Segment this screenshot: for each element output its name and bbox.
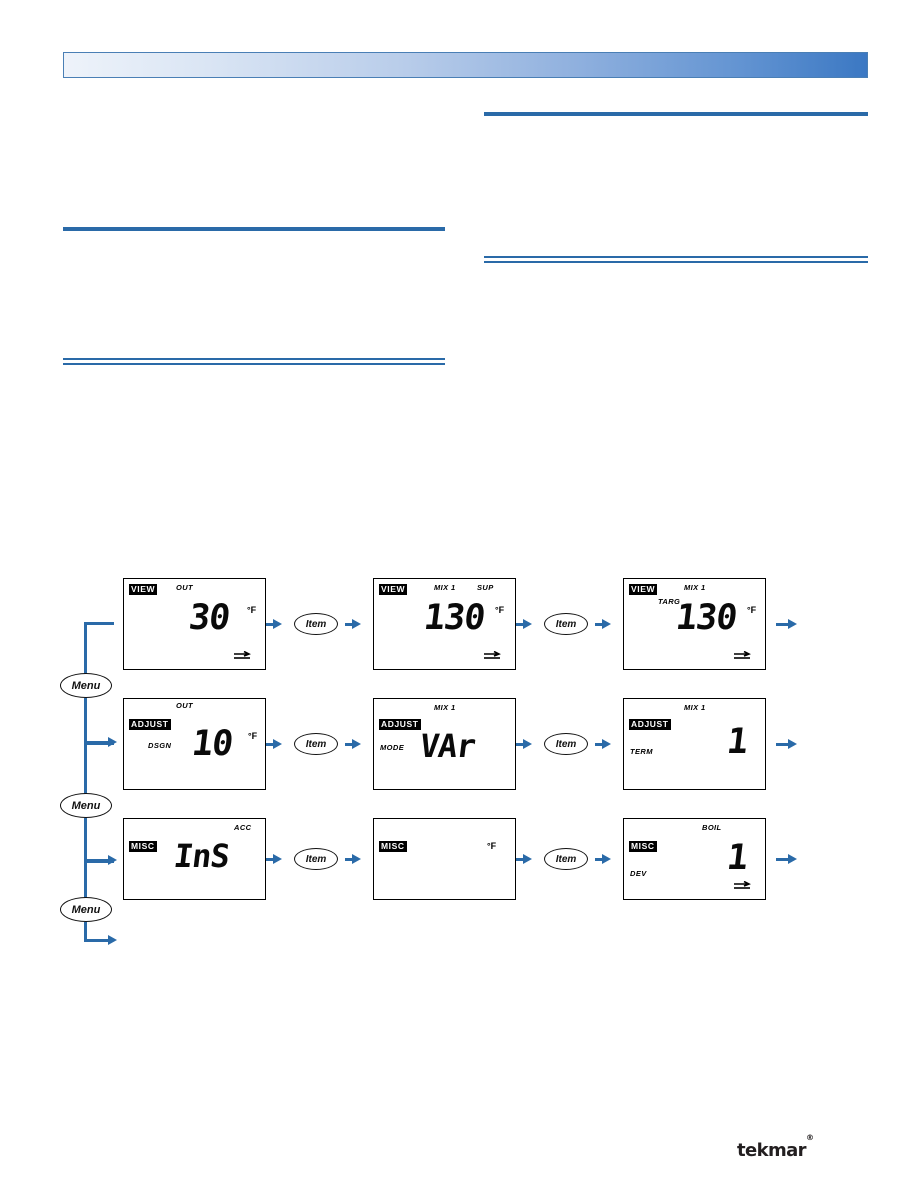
- connector-line-2: [84, 698, 87, 744]
- rule-right-middle-b: [484, 261, 868, 263]
- flow-icon: [484, 651, 501, 659]
- connector-elbow-5: [84, 860, 114, 863]
- lcd-value: InS: [171, 837, 232, 875]
- lcd-top-label: MIX 1: [684, 703, 706, 712]
- item-button-r3-2[interactable]: Item: [544, 848, 588, 870]
- lcd-screen-view-out[interactable]: VIEW OUT 30 °F: [123, 578, 266, 670]
- menu-button-2[interactable]: Menu: [60, 793, 112, 818]
- rule-left-top: [63, 227, 445, 231]
- arrow-line-r2-b: [345, 742, 355, 746]
- flow-icon: [734, 881, 751, 889]
- lcd-unit: °F: [747, 605, 757, 615]
- arrow-line-r2-c: [516, 742, 526, 746]
- item-button-r2-1[interactable]: Item: [294, 733, 338, 755]
- connector-elbow-3: [84, 742, 114, 745]
- lcd-screen-adjust-mix1-term[interactable]: MIX 1 ADJUST TERM 1: [623, 698, 766, 790]
- lcd-screen-adjust-out-dsgn[interactable]: OUT ADJUST DSGN 10 °F: [123, 698, 266, 790]
- lcd-unit: °F: [487, 841, 497, 851]
- lcd-value: 130: [421, 598, 487, 638]
- lcd-corner-label: SUP: [477, 583, 494, 592]
- lcd-value: VAr: [417, 727, 478, 765]
- connector-elbow-6: [84, 939, 110, 942]
- rule-right-middle-a: [484, 256, 868, 258]
- connector-line-4: [84, 818, 87, 862]
- rule-left-middle-a: [63, 358, 445, 360]
- lcd-screen-adjust-mix1-mode[interactable]: MIX 1 ADJUST MODE VAr: [373, 698, 516, 790]
- lcd-value: 130: [673, 598, 739, 638]
- arrow-line-r3-a: [266, 857, 276, 861]
- lcd-top-label: OUT: [176, 583, 194, 592]
- connector-line-1: [84, 622, 87, 674]
- lcd-secondary-label: TERM: [630, 747, 653, 756]
- lcd-top-label: MIX 1: [434, 583, 456, 592]
- lcd-unit: °F: [247, 605, 257, 615]
- rule-left-middle-b: [63, 363, 445, 365]
- item-button-r2-2[interactable]: Item: [544, 733, 588, 755]
- lcd-mode-tag: VIEW: [379, 584, 408, 595]
- lcd-mode-tag: VIEW: [129, 584, 158, 595]
- flow-icon: [734, 651, 751, 659]
- lcd-top-label: OUT: [176, 701, 194, 710]
- registered-mark: ®: [805, 1133, 814, 1142]
- lcd-mode-tag: ADJUST: [129, 719, 171, 730]
- connector-elbow-1: [84, 622, 114, 625]
- lcd-unit: °F: [248, 731, 258, 741]
- lcd-value: 30: [186, 598, 232, 638]
- lcd-mode-tag: MISC: [379, 841, 407, 852]
- lcd-corner-label: ACC: [234, 823, 252, 832]
- rule-right-top: [484, 112, 868, 116]
- lcd-screen-misc-blank[interactable]: MISC °F: [373, 818, 516, 900]
- lcd-mode-tag: MISC: [129, 841, 157, 852]
- tekmar-logo: tekmar®: [737, 1133, 814, 1161]
- lcd-screen-view-mix1-sup[interactable]: VIEW MIX 1 SUP 130 °F: [373, 578, 516, 670]
- arrow-line-r1-c: [516, 622, 526, 626]
- lcd-secondary-label: DSGN: [148, 741, 172, 750]
- lcd-mode-tag: MISC: [629, 841, 657, 852]
- lcd-screen-misc-boil-dev[interactable]: BOIL MISC DEV 1: [623, 818, 766, 900]
- lcd-value: 10: [189, 724, 235, 764]
- connector-line-5: [84, 860, 87, 898]
- lcd-top-label: BOIL: [702, 823, 722, 832]
- menu-navigation-diagram: Menu Menu Menu VIEW OUT 30 °F Item VIEW …: [60, 570, 870, 960]
- lcd-mode-tag: ADJUST: [379, 719, 421, 730]
- lcd-unit: °F: [495, 605, 505, 615]
- arrow-line-r3-b: [345, 857, 355, 861]
- arrow-line-r1-d: [595, 622, 605, 626]
- lcd-secondary-label: MODE: [380, 743, 405, 752]
- lcd-screen-view-mix1-targ[interactable]: VIEW MIX 1 TARG 130 °F: [623, 578, 766, 670]
- lcd-top-label: MIX 1: [434, 703, 456, 712]
- tekmar-logo-text: tekmar: [737, 1140, 807, 1161]
- document-page: Menu Menu Menu VIEW OUT 30 °F Item VIEW …: [0, 0, 918, 1188]
- menu-button-1[interactable]: Menu: [60, 673, 112, 698]
- arrow-line-r1-b: [345, 622, 355, 626]
- connector-arrow-6: [108, 935, 117, 945]
- lcd-mode-tag: VIEW: [629, 584, 658, 595]
- item-button-r1-2[interactable]: Item: [544, 613, 588, 635]
- arrow-line-r2-a: [266, 742, 276, 746]
- item-button-r3-1[interactable]: Item: [294, 848, 338, 870]
- arrow-line-r3-d: [595, 857, 605, 861]
- item-button-r1-1[interactable]: Item: [294, 613, 338, 635]
- connector-line-3: [84, 742, 87, 794]
- lcd-top-label: MIX 1: [684, 583, 706, 592]
- arrow-r3-end: [788, 854, 797, 864]
- arrow-line-r3-c: [516, 857, 526, 861]
- header-gradient-bar: [63, 52, 868, 78]
- arrow-line-r2-d: [595, 742, 605, 746]
- arrow-r1-end: [788, 619, 797, 629]
- arrow-line-r1-a: [266, 622, 276, 626]
- flow-icon: [234, 651, 251, 659]
- lcd-screen-misc-acc[interactable]: ACC MISC InS: [123, 818, 266, 900]
- arrow-r2-end: [788, 739, 797, 749]
- lcd-secondary-label: DEV: [630, 869, 647, 878]
- lcd-value: 1: [724, 722, 750, 762]
- lcd-mode-tag: ADJUST: [629, 719, 671, 730]
- menu-button-3[interactable]: Menu: [60, 897, 112, 922]
- lcd-value: 1: [724, 838, 750, 878]
